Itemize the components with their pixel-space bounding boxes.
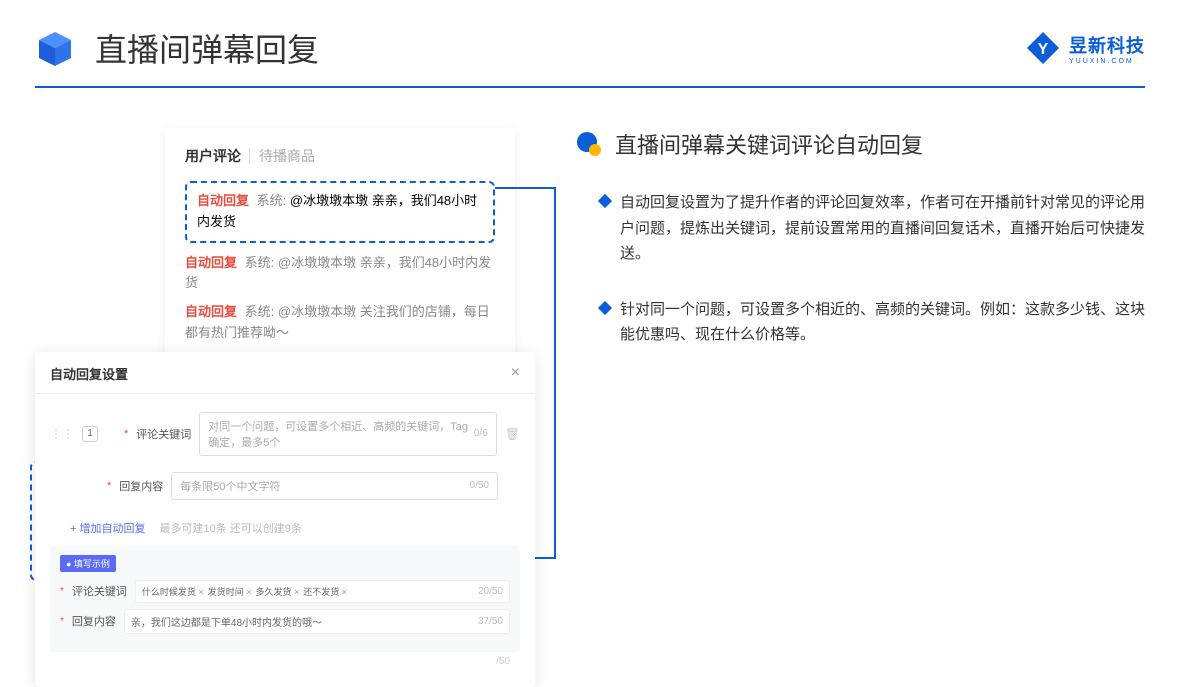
auto-reply-tag: 自动回复: [197, 193, 249, 208]
ex-tag: 什么时候发货: [142, 585, 204, 598]
ex-content-input: 亲，我们这边都是下单48小时内发货的哦～ 37/50: [124, 609, 510, 634]
bullet-text: 针对同一个问题，可设置多个相近的、高频的关键词。例如：这款多少钱、这块能优惠吗、…: [620, 297, 1145, 348]
bottom-count: /50: [35, 652, 535, 667]
content-count: 0/50: [470, 480, 489, 491]
auto-reply-tag: 自动回复: [185, 304, 237, 319]
bullet-text: 自动回复设置为了提升作者的评论回复效率，作者可在开播前针对常见的评论用户问题，提…: [620, 190, 1145, 267]
comment-line: 自动回复 系统: @冰墩墩本墩 亲亲，我们48小时内发货: [197, 191, 483, 233]
ex-tag: 发货时间: [208, 585, 252, 598]
page-header: 直播间弹幕回复 Y 昱新科技 YUUXIN.COM: [0, 0, 1180, 71]
system-prefix: 系统:: [245, 304, 275, 319]
brand-logo: Y 昱新科技 YUUXIN.COM: [1025, 30, 1145, 66]
keyword-input[interactable]: 对同一个问题，可设置多个相近、高频的关键词，Tag确定，最多5个 0/6: [199, 412, 496, 456]
content-input[interactable]: 每条限50个中文字符 0/50: [171, 472, 498, 500]
order-number: 1: [82, 426, 98, 442]
keyword-count: 0/6: [474, 428, 488, 439]
keyword-placeholder: 对同一个问题，可设置多个相近、高频的关键词，Tag确定，最多5个: [208, 418, 474, 450]
ex-tag: 还不发货: [303, 585, 347, 598]
content-label: 回复内容: [119, 478, 163, 494]
add-auto-reply-link[interactable]: + 增加自动回复: [50, 520, 145, 536]
ex-keyword-count: 20/50: [478, 586, 503, 597]
header-left: 直播间弹幕回复: [35, 25, 319, 71]
section-head: 直播间弹幕关键词评论自动回复: [575, 128, 1145, 160]
tab-comments[interactable]: 用户评论: [185, 146, 241, 166]
bullet-item: 自动回复设置为了提升作者的评论回复效率，作者可在开播前针对常见的评论用户问题，提…: [575, 190, 1145, 267]
example-content-row: * 回复内容 亲，我们这边都是下单48小时内发货的哦～ 37/50: [60, 609, 510, 634]
comments-card: 用户评论 待播商品 自动回复 系统: @冰墩墩本墩 亲亲，我们48小时内发货 自…: [165, 128, 515, 382]
settings-modal: 自动回复设置 × ⋮⋮ 1 * 评论关键词 对同一个问题，可设置多个相近、高频的…: [35, 352, 535, 687]
diamond-bullet-icon: [598, 194, 612, 208]
diamond-bullet-icon: [598, 300, 612, 314]
chat-bubble-icon: [575, 130, 603, 158]
page-title: 直播间弹幕回复: [95, 25, 319, 71]
required-star: *: [60, 586, 64, 597]
left-column: 用户评论 待播商品 自动回复 系统: @冰墩墩本墩 亲亲，我们48小时内发货 自…: [35, 128, 535, 687]
ex-content-count: 37/50: [478, 616, 503, 627]
svg-text:Y: Y: [1038, 41, 1049, 58]
tab-products[interactable]: 待播商品: [259, 146, 315, 166]
content-area: 用户评论 待播商品 自动回复 系统: @冰墩墩本墩 亲亲，我们48小时内发货 自…: [0, 88, 1180, 687]
ex-content-label: 回复内容: [72, 613, 116, 629]
add-row: + 增加自动回复 最多可建10条 还可以创建9条: [35, 518, 535, 538]
comment-line: 自动回复 系统: @冰墩墩本墩 关注我们的店铺，每日都有热门推荐呦～: [185, 302, 495, 344]
example-badge: ● 填写示例: [60, 555, 116, 572]
ex-keyword-label: 评论关键词: [72, 583, 127, 599]
required-star: *: [124, 428, 128, 440]
system-prefix: 系统:: [257, 193, 287, 208]
bullet-item: 针对同一个问题，可设置多个相近的、高频的关键词。例如：这款多少钱、这块能优惠吗、…: [575, 297, 1145, 348]
ex-tags-container: 什么时候发货 发货时间 多久发货 还不发货: [142, 585, 347, 598]
section-title: 直播间弹幕关键词评论自动回复: [615, 128, 923, 160]
trash-icon[interactable]: 🗑: [505, 427, 520, 441]
ex-tag: 多久发货: [255, 585, 299, 598]
content-placeholder: 每条限50个中文字符: [180, 478, 280, 494]
ex-keyword-input: 什么时候发货 发货时间 多久发货 还不发货 20/50: [135, 580, 510, 603]
settings-header: 自动回复设置 ×: [35, 364, 535, 394]
highlighted-comment: 自动回复 系统: @冰墩墩本墩 亲亲，我们48小时内发货: [185, 181, 495, 243]
logo-mark-icon: Y: [1025, 30, 1061, 66]
drag-icon[interactable]: ⋮⋮: [50, 427, 74, 441]
auto-reply-tag: 自动回复: [185, 255, 237, 270]
keyword-row: ⋮⋮ 1 * 评论关键词 对同一个问题，可设置多个相近、高频的关键词，Tag确定…: [35, 404, 535, 464]
content-row: * 回复内容 每条限50个中文字符 0/50: [35, 464, 535, 508]
close-icon[interactable]: ×: [511, 364, 520, 382]
example-keyword-row: * 评论关键词 什么时候发货 发货时间 多久发货 还不发货 20/50: [60, 580, 510, 603]
required-star: *: [60, 616, 64, 627]
ex-content-value: 亲，我们这边都是下单48小时内发货的哦～: [131, 614, 322, 629]
settings-title: 自动回复设置: [50, 364, 128, 383]
comment-line: 自动回复 系统: @冰墩墩本墩 亲亲，我们48小时内发货: [185, 253, 495, 295]
logo-sub: YUUXIN.COM: [1069, 58, 1145, 65]
system-prefix: 系统:: [245, 255, 275, 270]
right-column: 直播间弹幕关键词评论自动回复 自动回复设置为了提升作者的评论回复效率，作者可在开…: [575, 128, 1145, 687]
required-star: *: [107, 480, 111, 492]
keyword-label: 评论关键词: [136, 426, 191, 442]
cube-icon: [35, 28, 75, 68]
example-box: ● 填写示例 * 评论关键词 什么时候发货 发货时间 多久发货 还不发货 20/…: [50, 546, 520, 652]
add-sub-text: 最多可建10条 还可以创建9条: [159, 520, 301, 536]
tabs-row: 用户评论 待播商品: [185, 146, 495, 166]
logo-name: 昱新科技: [1069, 36, 1145, 56]
